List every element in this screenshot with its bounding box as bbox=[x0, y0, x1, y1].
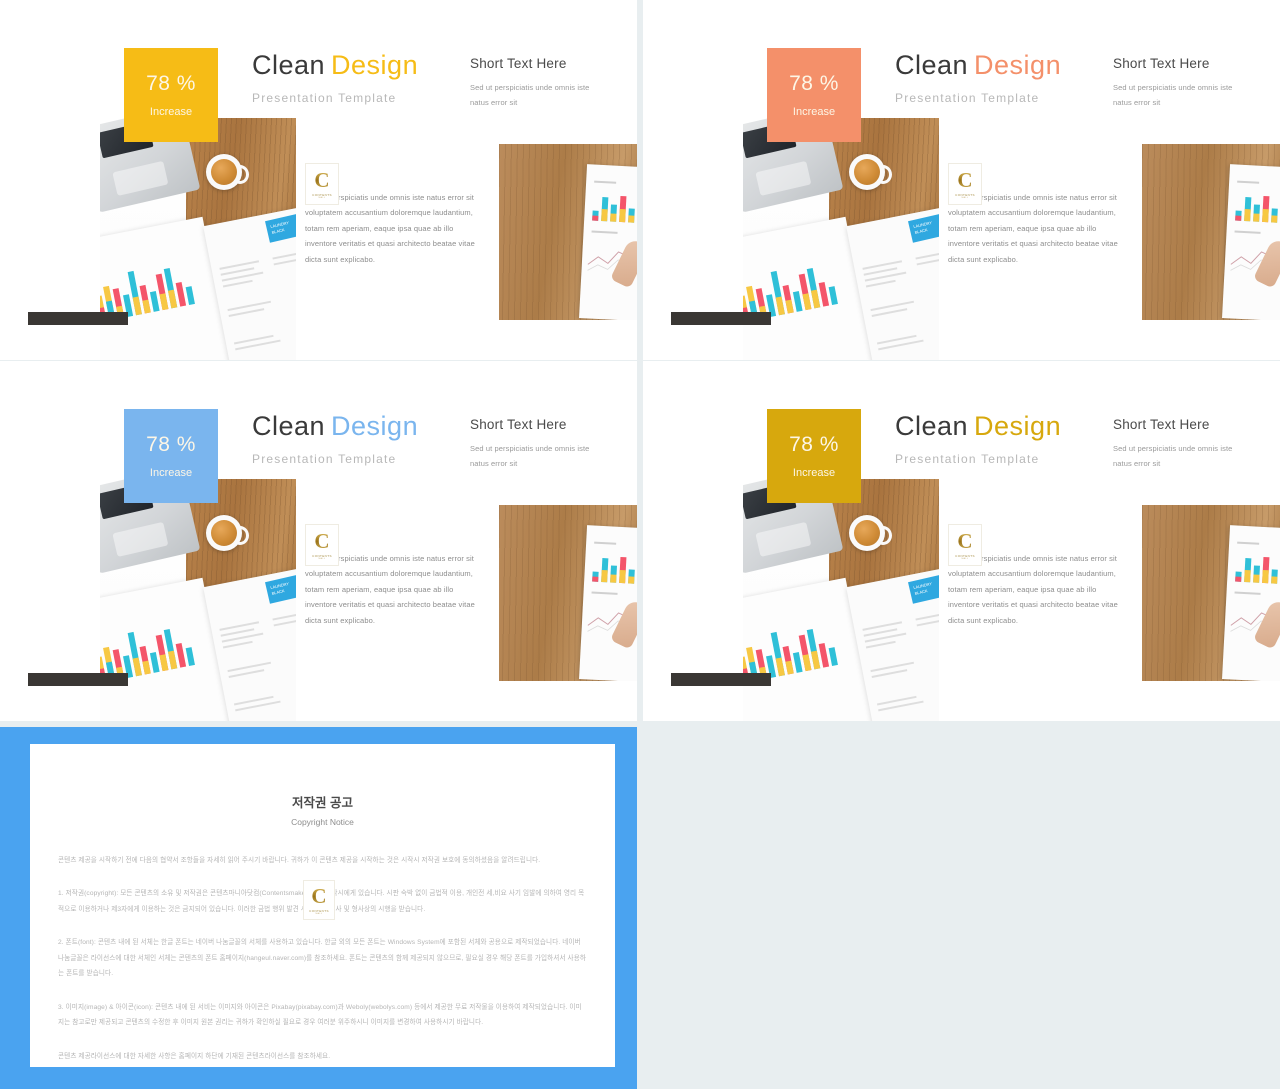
watermark-letter: C bbox=[957, 167, 973, 192]
slide-board: LAUNDRY BLACK 78 % Increase Clean Design… bbox=[0, 0, 1280, 1089]
contents-watermark-icon: C CONTENTS MALL bbox=[948, 524, 982, 566]
watermark-sub: MALL bbox=[318, 557, 326, 560]
right-heading: Short Text Here bbox=[470, 56, 567, 71]
title-accent: Design bbox=[331, 50, 419, 80]
title-accent: Design bbox=[974, 50, 1062, 80]
desk-photo-left: LAUNDRY BLACK bbox=[743, 479, 939, 721]
watermark-letter: C bbox=[957, 528, 973, 553]
right-heading: Short Text Here bbox=[1113, 417, 1210, 432]
copyright-heading-en: Copyright Notice bbox=[291, 817, 354, 827]
title-accent: Design bbox=[331, 411, 419, 441]
stat-percent: 78 % bbox=[789, 71, 839, 95]
stat-label: Increase bbox=[792, 105, 836, 118]
copyright-heading-ko: 저작권 공고 bbox=[292, 796, 353, 810]
stat-label: Increase bbox=[792, 466, 836, 479]
right-body: Sed ut perspiciatis unde omnis iste natu… bbox=[1113, 444, 1233, 468]
title-primary: Clean bbox=[252, 50, 326, 80]
stat-badge[interactable]: 78 % Increase bbox=[124, 48, 218, 142]
watermark-sub: MALL bbox=[961, 557, 969, 560]
stat-percent: 78 % bbox=[146, 71, 196, 95]
page-subtitle: Presentation Template bbox=[252, 452, 397, 466]
desk-photo-left: LAUNDRY BLACK bbox=[743, 118, 939, 360]
slide-heading: Clean Design Presentation Template bbox=[252, 50, 418, 105]
bar-chart-bars-right bbox=[592, 552, 637, 585]
right-body: Sed ut perspiciatis unde omnis iste natu… bbox=[470, 83, 590, 107]
title-primary: Clean bbox=[895, 50, 969, 80]
right-text-column: Short Text Here Sed ut perspiciatis unde… bbox=[470, 56, 610, 110]
stat-badge[interactable]: 78 % Increase bbox=[767, 409, 861, 503]
page-title: Clean Design bbox=[895, 50, 1061, 81]
watermark-letter: C bbox=[314, 167, 330, 192]
right-body: Sed ut perspiciatis unde omnis iste natu… bbox=[1113, 83, 1233, 107]
slide-gold[interactable]: LAUNDRY BLACK 78 % Increase Clean Design… bbox=[643, 361, 1280, 721]
copyright-item-2: 2. 폰트(font): 콘텐츠 내에 된 서체는 한글 폰트는 네이버 나눔글… bbox=[58, 939, 587, 978]
right-heading: Short Text Here bbox=[470, 417, 567, 432]
page-title: Clean Design bbox=[895, 411, 1061, 442]
right-body: Sed ut perspiciatis unde omnis iste natu… bbox=[470, 444, 590, 468]
desk-photo-left: LAUNDRY BLACK bbox=[100, 479, 296, 721]
desk-photo-right bbox=[499, 144, 637, 320]
right-text-column: Short Text Here Sed ut perspiciatis unde… bbox=[1113, 56, 1253, 110]
right-text-column: Short Text Here Sed ut perspiciatis unde… bbox=[1113, 417, 1253, 471]
contents-watermark-icon: C CONTENTS MALL bbox=[305, 163, 339, 205]
title-accent: Design bbox=[974, 411, 1062, 441]
document-tab: LAUNDRY BLACK bbox=[265, 209, 296, 243]
slide-orange[interactable]: LAUNDRY BLACK 78 % Increase Clean Design… bbox=[643, 0, 1280, 360]
desk-photo-left: LAUNDRY BLACK bbox=[100, 118, 296, 360]
right-heading: Short Text Here bbox=[1113, 56, 1210, 71]
page-title: Clean Design bbox=[252, 50, 418, 81]
document-tab: LAUNDRY BLACK bbox=[908, 570, 939, 604]
watermark-letter: C bbox=[311, 883, 327, 908]
watermark-letter: C bbox=[314, 528, 330, 553]
desk-photo-right bbox=[499, 505, 637, 681]
accent-rule bbox=[671, 312, 771, 325]
accent-rule bbox=[28, 673, 128, 686]
stat-label: Increase bbox=[149, 466, 193, 479]
contents-watermark-icon: C CONTENTS MALL bbox=[948, 163, 982, 205]
watermark-sub: MALL bbox=[961, 196, 969, 199]
stat-badge[interactable]: 78 % Increase bbox=[124, 409, 218, 503]
document-tab: LAUNDRY BLACK bbox=[908, 209, 939, 243]
page-title: Clean Design bbox=[252, 411, 418, 442]
contents-watermark-icon: C CONTENTS MALL bbox=[305, 524, 339, 566]
title-primary: Clean bbox=[895, 411, 969, 441]
coffee-cup-icon bbox=[206, 154, 249, 190]
copyright-item-3: 3. 이미지(image) & 아이콘(icon): 콘텐츠 내에 된 서비는 … bbox=[58, 1003, 582, 1027]
stat-label: Increase bbox=[149, 105, 193, 118]
coffee-cup-icon bbox=[849, 515, 892, 551]
title-primary: Clean bbox=[252, 411, 326, 441]
desk-photo-right bbox=[1142, 505, 1280, 681]
stat-percent: 78 % bbox=[146, 432, 196, 456]
stat-percent: 78 % bbox=[789, 432, 839, 456]
desk-photo-right bbox=[1142, 144, 1280, 320]
bar-chart-bars-right bbox=[1235, 191, 1280, 224]
slide-blue[interactable]: LAUNDRY BLACK 78 % Increase Clean Design… bbox=[0, 361, 637, 721]
contents-watermark-icon: C CONTENTS MALL bbox=[303, 880, 335, 920]
slide-yellow[interactable]: LAUNDRY BLACK 78 % Increase Clean Design… bbox=[0, 0, 637, 360]
coffee-cup-icon bbox=[206, 515, 249, 551]
accent-rule bbox=[671, 673, 771, 686]
stat-badge[interactable]: 78 % Increase bbox=[767, 48, 861, 142]
watermark-sub: MALL bbox=[318, 196, 326, 199]
copyright-footer: 콘텐츠 제공라이선스에 대한 자세한 사항은 홈페이지 하단에 기재된 콘텐츠라… bbox=[58, 1052, 331, 1060]
bar-chart-bars-right bbox=[1235, 552, 1280, 585]
accent-rule bbox=[28, 312, 128, 325]
slide-heading: Clean Design Presentation Template bbox=[895, 50, 1061, 105]
right-text-column: Short Text Here Sed ut perspiciatis unde… bbox=[470, 417, 610, 471]
copyright-intro: 콘텐츠 제공을 시작하기 전에 다음의 협약서 조항들을 자세히 읽어 주시기 … bbox=[58, 857, 541, 864]
page-subtitle: Presentation Template bbox=[895, 91, 1040, 105]
page-subtitle: Presentation Template bbox=[252, 91, 397, 105]
bar-chart-bars-right bbox=[592, 191, 637, 224]
slide-heading: Clean Design Presentation Template bbox=[252, 411, 418, 466]
page-subtitle: Presentation Template bbox=[895, 452, 1040, 466]
coffee-cup-icon bbox=[849, 154, 892, 190]
watermark-sub: MALL bbox=[315, 912, 323, 915]
document-tab: LAUNDRY BLACK bbox=[265, 570, 296, 604]
slide-heading: Clean Design Presentation Template bbox=[895, 411, 1061, 466]
